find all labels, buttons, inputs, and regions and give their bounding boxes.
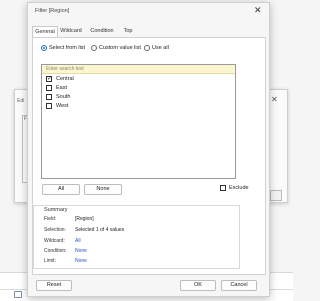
calendar-icon[interactable] — [14, 291, 22, 298]
cancel-button[interactable]: Cancel — [221, 280, 257, 291]
summary-box — [33, 205, 240, 269]
search-placeholder: Enter search text — [46, 66, 84, 72]
item-checkbox[interactable] — [46, 75, 52, 82]
background-close-icon[interactable]: ✕ — [271, 95, 278, 104]
summary-title: Summary — [44, 207, 68, 213]
radio-use-all[interactable] — [144, 45, 150, 51]
item-checkbox[interactable] — [46, 85, 52, 91]
item-label: Central — [56, 76, 74, 82]
radio-select-from-list[interactable] — [41, 45, 47, 51]
exclude-label: Exclude — [229, 185, 249, 191]
item-checkbox[interactable] — [46, 94, 52, 100]
background-button[interactable] — [270, 190, 282, 201]
summary-field-value: [Region] — [75, 216, 94, 222]
summary-selection-label: Selection: — [44, 227, 66, 233]
summary-wildcard-label: Wildcard: — [44, 238, 65, 244]
summary-selection-value: Selected 1 of 4 values — [75, 227, 125, 233]
close-icon[interactable]: ✕ — [254, 5, 262, 16]
summary-limit-link[interactable]: None — [75, 258, 87, 264]
item-label: East — [56, 85, 68, 91]
summary-field-label: Field: — [44, 216, 57, 222]
value-list: Enter search text Central East South Wes… — [41, 64, 236, 179]
tab-top[interactable]: Top — [119, 26, 137, 36]
tab-general[interactable]: General — [32, 26, 58, 37]
item-checkbox[interactable] — [46, 103, 52, 109]
reset-button[interactable]: Reset — [36, 280, 72, 291]
search-input[interactable]: Enter search text — [42, 65, 235, 74]
summary-condition-label: Condition: — [44, 248, 67, 254]
summary-limit-label: Limit: — [44, 258, 56, 264]
radio-label-use-all: Use all — [152, 44, 169, 51]
ok-button[interactable]: OK — [180, 280, 216, 291]
title-bar: Filter [Region] ✕ — [28, 3, 269, 21]
tab-wildcard[interactable]: Wildcard — [57, 26, 85, 36]
summary-wildcard-link[interactable]: All — [75, 238, 81, 244]
dialog-title: Filter [Region] — [35, 8, 70, 14]
tab-condition[interactable]: Condition — [87, 26, 117, 36]
all-button[interactable]: All — [42, 184, 80, 195]
radio-label-custom-value-list: Custom value list — [99, 44, 141, 51]
summary-condition-link[interactable]: None — [75, 248, 87, 254]
item-label: West — [56, 103, 69, 109]
background-dialog-title: Edi — [17, 98, 25, 104]
none-button[interactable]: None — [84, 184, 122, 195]
item-label: South — [56, 94, 71, 100]
radio-label-select-from-list: Select from list — [49, 44, 86, 51]
radio-custom-value-list[interactable] — [91, 45, 97, 51]
exclude-box[interactable] — [220, 185, 226, 191]
